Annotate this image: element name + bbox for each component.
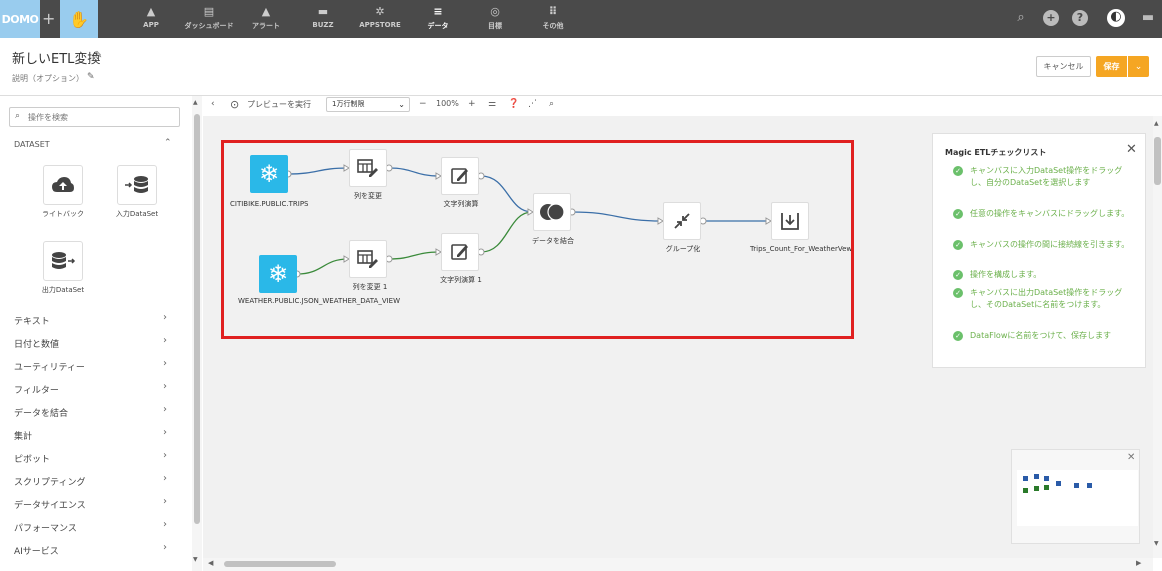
check-icon: ✓ — [953, 240, 963, 250]
check-icon: ✓ — [953, 331, 963, 341]
minimap[interactable]: ✕ — [1011, 449, 1140, 544]
minimap-node — [1056, 481, 1061, 486]
check-icon: ✓ — [953, 270, 963, 280]
close-icon[interactable]: ✕ — [1126, 142, 1137, 157]
minimap-viewport[interactable] — [1017, 470, 1138, 526]
check-icon: ✓ — [953, 166, 963, 176]
minimap-node — [1034, 474, 1039, 479]
check-icon: ✓ — [953, 288, 963, 298]
minimap-node — [1034, 486, 1039, 491]
minimap-node — [1044, 485, 1049, 490]
checklist-item-text: キャンバスに出力DataSet操作をドラッグし、そのDataSetに名前をつけま… — [970, 288, 1123, 309]
scroll-left-arrow-icon[interactable]: ◀ — [208, 559, 213, 567]
etl-checklist-panel: Magic ETLチェックリスト ✕ ✓ キャンバスに入力DataSet操作をド… — [932, 133, 1146, 368]
checklist-item-text: 任意の操作をキャンバスにドラッグします。 — [970, 209, 1130, 218]
scroll-right-arrow-icon[interactable]: ▶ — [1136, 559, 1141, 567]
canvas-horizontal-scrollbar[interactable] — [203, 558, 1153, 571]
highlight-box — [221, 140, 854, 339]
minimap-node — [1074, 483, 1079, 488]
checklist-item-text: キャンバスに入力DataSet操作をドラッグし、自分のDataSetを選択します — [970, 166, 1123, 187]
minimap-node — [1087, 483, 1092, 488]
minimap-node — [1023, 476, 1028, 481]
check-icon: ✓ — [953, 209, 963, 219]
checklist-item-text: 操作を構成します。 — [970, 270, 1042, 279]
minimap-node — [1044, 476, 1049, 481]
canvas-vertical-scrollbar-thumb[interactable] — [1154, 137, 1161, 185]
checklist-title: Magic ETLチェックリスト — [945, 148, 1047, 157]
checklist-item-text: DataFlowに名前をつけて、保存します — [970, 331, 1111, 340]
canvas-horizontal-scrollbar-thumb[interactable] — [224, 561, 336, 567]
checklist-item-text: キャンバスの操作の間に接続線を引きます。 — [970, 240, 1130, 249]
scroll-up-arrow-icon[interactable]: ▲ — [1154, 120, 1159, 127]
scroll-down-arrow-icon[interactable]: ▼ — [1154, 540, 1159, 547]
close-icon[interactable]: ✕ — [1127, 452, 1135, 463]
minimap-node — [1023, 488, 1028, 493]
